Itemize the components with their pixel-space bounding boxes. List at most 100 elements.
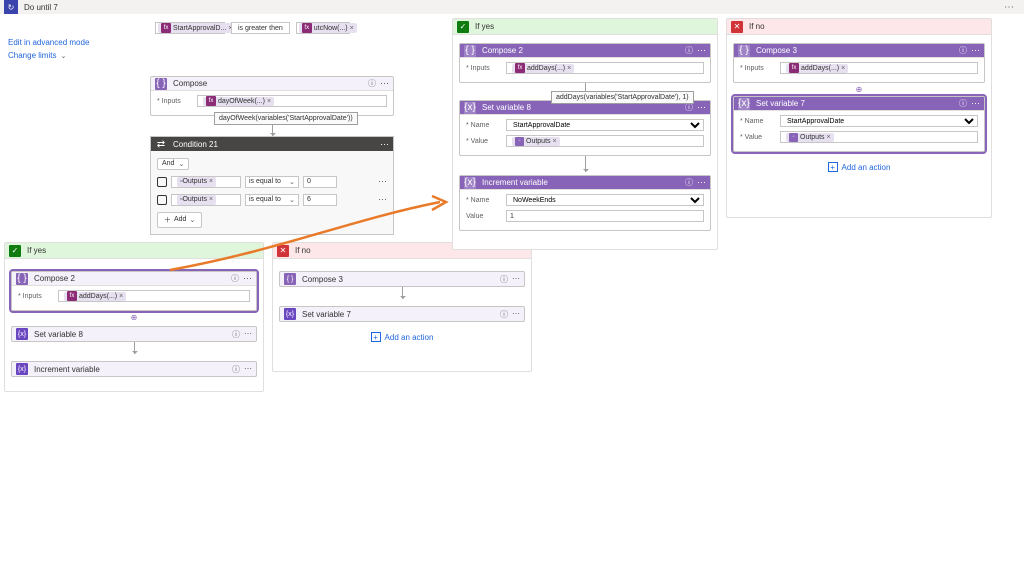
compose-icon: { } [155,78,167,90]
remove-token-icon[interactable]: × [827,134,831,141]
compose-card[interactable]: { } Compose ⓘ⋯ * Inputs fxdayOfWeek(...)… [150,76,394,116]
value-label: * Value [740,134,780,141]
chevron-down-icon: ⌄ [289,178,295,186]
add-action-link[interactable]: +Add an action [273,332,531,342]
increment-variable-card[interactable]: {x} Increment variable ⓘ⋯ * Name NoWeekE… [459,175,711,231]
compose-inputs-field[interactable]: fxdayOfWeek(...)× [197,95,387,107]
info-icon[interactable]: ⓘ [685,45,693,56]
change-limits-link[interactable]: Change limits⌄ [8,51,89,60]
value-field[interactable]: ▫Outputs× [780,131,978,143]
inputs-label: * Inputs [157,98,197,105]
more-icon[interactable]: ⋯ [243,273,252,284]
condition-op-cell[interactable]: is equal to⌄ [245,194,299,206]
variable-name-select[interactable]: NoWeekEnds [506,194,704,206]
value-field[interactable]: ▫Outputs× [506,135,704,147]
if-yes-panel-left: ✓If yes { } Compose 2 ⓘ⋯ * Inputs fxaddD… [4,242,264,392]
compose-icon: { } [738,45,750,57]
condition-left-cell[interactable]: ▫Outputs× [171,176,241,188]
condition-icon: ⇄ [155,138,167,150]
remove-token-icon[interactable]: × [209,196,213,203]
remove-token-icon[interactable]: × [841,65,845,72]
info-icon[interactable]: ⓘ [959,45,967,56]
expression-tooltip: dayOfWeek(variables('StartApprovalDate')… [214,112,358,125]
condition-left-cell[interactable]: ▫Outputs× [171,194,241,206]
condition-operator-select[interactable]: is greater then [231,22,290,34]
set-variable-8-bar[interactable]: {x}Set variable 8ⓘ⋯ [11,326,257,342]
compose3-bar[interactable]: { }Compose 3ⓘ⋯ [279,271,525,287]
condition-value-cell[interactable]: 0 [303,176,337,188]
info-icon[interactable]: ⓘ [959,98,967,109]
inputs-field[interactable]: fxaddDays(...)× [506,62,704,74]
info-icon[interactable]: ⓘ [500,309,508,320]
insert-step-plus[interactable]: ⊕ [5,313,263,322]
compose2-card[interactable]: { } Compose 2 ⓘ⋯ * Inputs fxaddDays(...)… [11,271,257,311]
inputs-field[interactable]: fxaddDays(...)× [780,62,978,74]
more-icon[interactable]: ⋯ [244,329,252,340]
more-icon[interactable]: ⋯ [380,78,389,89]
remove-token-icon[interactable]: × [350,25,354,32]
variable-name-select[interactable]: StartApprovalDate [780,115,978,127]
condition-left-input[interactable]: fxStartApprovalD...× [155,22,225,34]
row-checkbox[interactable] [157,177,167,187]
remove-token-icon[interactable]: × [567,65,571,72]
info-icon[interactable]: ⓘ [368,78,376,89]
set-variable-7-card[interactable]: {x} Set variable 7 ⓘ⋯ * Name StartApprov… [733,96,985,152]
remove-token-icon[interactable]: × [209,178,213,185]
set-variable-8-card[interactable]: {x} Set variable 8 ⓘ⋯ * Name StartApprov… [459,100,711,156]
variable-icon: {x} [16,328,28,340]
condition-card[interactable]: ⇄ Condition 21 ⋯ And⌄ ▫Outputs× is equal… [150,136,394,235]
condition-op-cell[interactable]: is equal to⌄ [245,176,299,188]
if-yes-header[interactable]: ✓If yes [453,19,717,35]
remove-token-icon[interactable]: × [119,293,123,300]
increment-variable-bar[interactable]: {x}Increment variableⓘ⋯ [11,361,257,377]
more-icon[interactable]: ⋯ [971,98,980,109]
fx-icon: fx [515,63,525,73]
info-icon[interactable]: ⓘ [232,329,240,340]
more-icon[interactable]: ⋯ [697,177,706,188]
insert-step-plus[interactable]: ⊕ [727,85,991,94]
and-or-selector[interactable]: And⌄ [157,158,189,170]
more-icon[interactable]: ⋯ [244,364,252,375]
more-icon[interactable]: ⋯ [380,139,389,150]
more-icon[interactable]: ⋯ [697,102,706,113]
if-yes-panel-right: ✓If yes { } Compose 2 ⓘ⋯ * Inputs fxaddD… [452,18,718,250]
check-icon: ✓ [9,245,21,257]
more-icon[interactable]: ⋯ [512,274,520,285]
do-until-header[interactable]: ↻ Do until 7 ⋯ [0,0,1024,14]
compose2-card[interactable]: { } Compose 2 ⓘ⋯ * Inputs fxaddDays(...)… [459,43,711,83]
dynamic-icon: ▫ [515,137,524,146]
row-checkbox[interactable] [157,195,167,205]
compose-icon: { } [284,273,296,285]
if-yes-header[interactable]: ✓If yes [5,243,263,259]
variable-icon: {x} [464,177,476,189]
add-action-link[interactable]: +Add an action [727,162,991,172]
info-icon[interactable]: ⓘ [232,364,240,375]
info-icon[interactable]: ⓘ [685,177,693,188]
plus-icon: + [828,162,838,172]
fx-icon: fx [206,96,216,106]
condition-right-input[interactable]: fxutcNow(...)× [296,22,350,34]
variable-name-select[interactable]: StartApprovalDate [506,119,704,131]
condition-value-cell[interactable]: 6 [303,194,337,206]
name-label: * Name [466,197,506,204]
add-condition-button[interactable]: ＋Add⌄ [157,212,202,228]
value-field[interactable]: 1 [506,210,704,222]
more-icon[interactable]: ⋯ [697,45,706,56]
remove-token-icon[interactable]: × [553,138,557,145]
more-icon[interactable]: ⋯ [971,45,980,56]
set-variable-7-bar[interactable]: {x}Set variable 7ⓘ⋯ [279,306,525,322]
info-icon[interactable]: ⓘ [500,274,508,285]
if-no-panel-left: ✕If no { }Compose 3ⓘ⋯ {x}Set variable 7ⓘ… [272,242,532,372]
inputs-field[interactable]: fxaddDays(...)× [58,290,250,302]
more-icon[interactable]: ⋯ [512,309,520,320]
compose3-card[interactable]: { } Compose 3 ⓘ⋯ * Inputs fxaddDays(...)… [733,43,985,83]
info-icon[interactable]: ⓘ [231,273,239,284]
remove-token-icon[interactable]: × [267,98,271,105]
do-until-title: Do until 7 [24,3,58,12]
row-more-icon[interactable]: ⋯ [378,176,387,187]
compose-icon: { } [16,273,28,285]
more-icon[interactable]: ⋯ [1004,2,1014,13]
edit-advanced-link[interactable]: Edit in advanced mode [8,38,89,47]
if-no-header[interactable]: ✕If no [727,19,991,35]
row-more-icon[interactable]: ⋯ [378,194,387,205]
